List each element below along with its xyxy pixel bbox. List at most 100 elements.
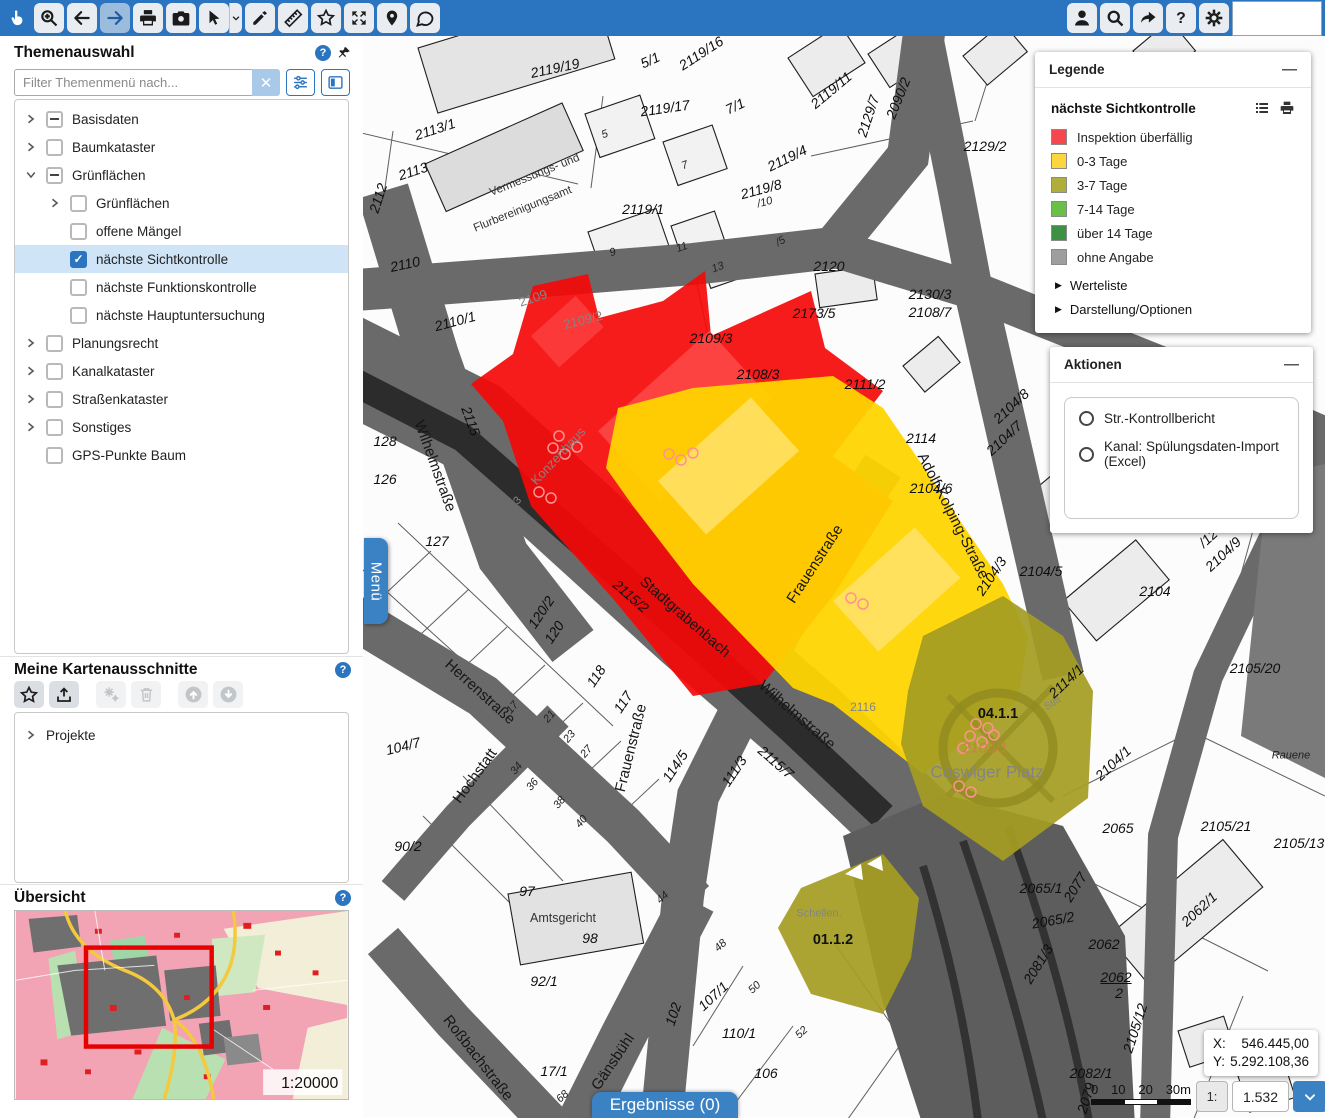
print-icon[interactable] (1279, 100, 1295, 116)
results-tab[interactable]: Ergebnisse (0) (592, 1092, 738, 1118)
list-icon[interactable] (1254, 100, 1270, 116)
expander-icon[interactable] (25, 421, 37, 433)
scalebar-tick: 30m (1166, 1082, 1191, 1097)
checkbox[interactable] (46, 363, 63, 380)
x-value: 546.445,00 (1241, 1035, 1309, 1053)
toolbar-pencil-button[interactable] (245, 3, 275, 33)
kartenausschnitte-star-button[interactable] (14, 681, 44, 708)
tree-item-gps-punkte-baum[interactable]: GPS-Punkte Baum (15, 441, 348, 469)
toolbar-search-button[interactable] (1100, 3, 1130, 33)
expander-icon[interactable] (25, 729, 37, 741)
toolbar-star-button[interactable] (311, 3, 341, 33)
tree-item-label: Straßenkataster (72, 392, 168, 407)
expander-icon[interactable] (49, 197, 61, 209)
tree-item-planungsrecht[interactable]: Planungsrecht (15, 329, 348, 357)
toolbar-zoom-in-button[interactable] (34, 3, 64, 33)
checkbox[interactable] (46, 167, 63, 184)
scalebar-tick: 20 (1138, 1082, 1152, 1097)
toolbar-print-button[interactable] (133, 3, 163, 33)
kartenausschnitte-header: Meine Kartenausschnitte ? (14, 661, 351, 679)
toolbar-comment-button[interactable] (410, 3, 440, 33)
map-canvas[interactable]: WilhelmstraßeStadtgrabenbachWilhelmstraß… (363, 36, 1325, 1118)
toolbar-share-button[interactable] (1133, 3, 1163, 33)
checkbox[interactable] (70, 251, 87, 268)
radio-icon[interactable] (1079, 411, 1094, 426)
checkbox[interactable] (70, 223, 87, 240)
tree-item-label: Grünflächen (72, 168, 146, 183)
tree-item-nächste-funktionskontrolle[interactable]: nächste Funktionskontrolle (15, 273, 348, 301)
aktionen-panel: Aktionen — Str.-KontrollberichtKanal: Sp… (1050, 347, 1313, 533)
checkbox[interactable] (70, 279, 87, 296)
menu-tab-label: Menü (368, 561, 385, 601)
legend-swatch (1051, 225, 1067, 241)
tree-item-label: Grünflächen (96, 196, 170, 211)
tree-item-offene-mängel[interactable]: offene Mängel (15, 217, 348, 245)
checkbox[interactable] (46, 419, 63, 436)
expander-icon[interactable] (25, 113, 37, 125)
checkbox[interactable] (46, 111, 63, 128)
tree-item-sonstiges[interactable]: Sonstiges (15, 413, 348, 441)
kartenausschnitte-upload-button[interactable] (49, 681, 79, 708)
help-icon[interactable]: ? (335, 890, 351, 906)
checkbox[interactable] (46, 139, 63, 156)
scale-input[interactable] (1232, 1081, 1289, 1112)
toolbar-arrow-left-button[interactable] (67, 3, 97, 33)
legend-section-werteliste[interactable]: ▶ Werteliste (1051, 278, 1295, 293)
collapse-icon[interactable]: — (1282, 61, 1297, 78)
expander-icon[interactable] (25, 365, 37, 377)
menu-tab[interactable]: Menü (364, 538, 388, 624)
filter-options-button[interactable] (286, 69, 315, 96)
tree-item-grünflächen[interactable]: Grünflächen (15, 189, 348, 217)
aktion-option[interactable]: Str.-Kontrollbericht (1079, 411, 1284, 426)
clear-filter-button[interactable]: ✕ (252, 69, 280, 96)
toolbar-arrow-right-button[interactable] (100, 3, 130, 33)
triangle-right-icon: ▶ (1055, 280, 1062, 291)
toolbar-text-input[interactable] (1232, 1, 1322, 36)
expander-icon[interactable] (25, 141, 37, 153)
split-view-button[interactable] (321, 69, 350, 96)
tree-item-basisdaten[interactable]: Basisdaten (15, 105, 348, 133)
expander-icon[interactable] (25, 393, 37, 405)
legend-layer-title: nächste Sichtkontrolle (1051, 101, 1196, 116)
toolbar-cursor-dropdown[interactable] (229, 3, 242, 33)
toolbar-expand-button[interactable] (344, 3, 374, 33)
tree-item-nächste-hauptuntersuchung[interactable]: nächste Hauptuntersuchung (15, 301, 348, 329)
tree-item-label: Sonstiges (72, 420, 131, 435)
help-icon[interactable]: ? (335, 662, 351, 678)
tree-item-label: Planungsrecht (72, 336, 158, 351)
tree-item-kanalkataster[interactable]: Kanalkataster (15, 357, 348, 385)
tree-item-grünflächen[interactable]: Grünflächen (15, 161, 348, 189)
expander-icon[interactable] (25, 169, 37, 181)
themenauswahl-title: Themenauswahl (14, 44, 135, 62)
scale-dropdown-button[interactable] (1293, 1081, 1325, 1112)
toolbar-user-button[interactable] (1067, 3, 1097, 33)
collapse-icon[interactable]: — (1284, 356, 1299, 373)
expander-icon[interactable] (25, 337, 37, 349)
help-icon[interactable]: ? (315, 45, 331, 61)
tree-item-straßenkataster[interactable]: Straßenkataster (15, 385, 348, 413)
toolbar-cursor-button[interactable] (199, 3, 229, 33)
checkbox[interactable] (46, 447, 63, 464)
legend-panel: Legende — nächste Sichtkontrolle Inspekt… (1035, 52, 1311, 333)
aktionen-options: Str.-Kontrollbericht Kanal: Spülungsdaten… (1064, 397, 1299, 519)
legend-section-label: Werteliste (1070, 278, 1128, 293)
checkbox[interactable] (46, 391, 63, 408)
radio-icon[interactable] (1079, 447, 1094, 462)
overview-map[interactable]: 1:20000 (14, 910, 349, 1100)
karten-item-projekte[interactable]: Projekte (15, 721, 348, 749)
aktion-option[interactable]: Kanal: Spülungsdaten-Import (Excel) (1079, 439, 1284, 469)
legend-entry-label: 0-3 Tage (1077, 154, 1127, 169)
checkbox[interactable] (70, 307, 87, 324)
legend-section-darstellung-optionen[interactable]: ▶Darstellung/Optionen (1051, 302, 1295, 317)
pin-icon[interactable] (337, 46, 351, 60)
toolbar-ruler-button[interactable] (278, 3, 308, 33)
checkbox[interactable] (70, 195, 87, 212)
toolbar-help-button[interactable]: ? (1166, 3, 1196, 33)
checkbox[interactable] (46, 335, 63, 352)
toolbar-settings-button[interactable] (1199, 3, 1229, 33)
tree-item-nächste-sichtkontrolle[interactable]: nächste Sichtkontrolle (15, 245, 348, 273)
tree-item-baumkataster[interactable]: Baumkataster (15, 133, 348, 161)
theme-filter-input[interactable] (14, 69, 252, 96)
toolbar-camera-button[interactable] (166, 3, 196, 33)
toolbar-map-pin-button[interactable] (377, 3, 407, 33)
